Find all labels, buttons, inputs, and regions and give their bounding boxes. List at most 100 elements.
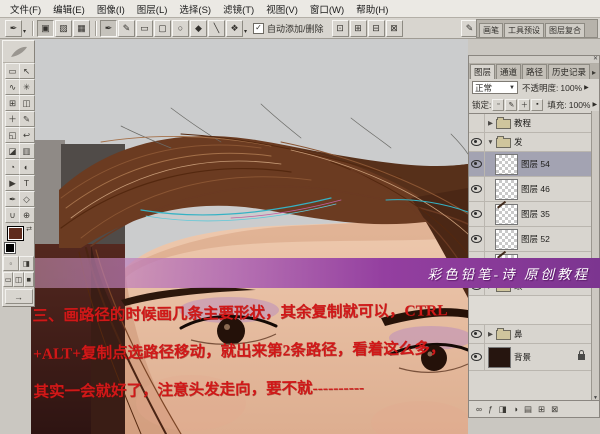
move-tool[interactable]: ↖ — [19, 63, 35, 79]
intersect-path-area-button[interactable]: ⊟ — [368, 20, 385, 37]
standard-mode-button[interactable]: ▫ — [3, 256, 19, 271]
slice-tool[interactable]: ◫ — [19, 95, 35, 111]
layer-row-selected[interactable]: 图层 54 — [469, 152, 591, 177]
well-tab-brushes[interactable]: 画笔 — [479, 23, 503, 37]
ellipse-tool-button[interactable]: ○ — [172, 20, 189, 37]
jump-to-imageready-button[interactable]: → — [5, 289, 33, 304]
rounded-rectangle-tool-button[interactable]: ▢ — [154, 20, 171, 37]
blend-mode-select[interactable]: 正常 ▼ — [472, 81, 518, 94]
layer-thumbnail[interactable] — [495, 229, 518, 250]
rectangle-tool-button[interactable]: ▭ — [136, 20, 153, 37]
fullscreen-mode-button[interactable]: ■ — [24, 272, 34, 287]
background-color-swatch[interactable] — [5, 243, 15, 253]
menu-view[interactable]: 视图(V) — [260, 0, 304, 18]
fill-arrow-icon[interactable]: ▶ — [593, 101, 598, 108]
eye-icon[interactable] — [471, 160, 482, 168]
eye-icon[interactable] — [471, 185, 482, 193]
foreground-color-swatch[interactable] — [7, 226, 24, 241]
eye-icon[interactable] — [471, 210, 482, 218]
adjustment-layer-icon[interactable]: ◑ — [513, 404, 518, 414]
visibility-cell[interactable] — [469, 177, 485, 201]
well-tab-layer-comps[interactable]: 图层复合 — [545, 23, 585, 37]
visibility-cell[interactable] — [469, 114, 485, 132]
layer-group-row[interactable]: ▶ 教程 — [469, 114, 591, 133]
polygon-tool-button[interactable]: ◆ — [190, 20, 207, 37]
subtract-path-area-button[interactable]: ⊞ — [350, 20, 367, 37]
layer-style-icon[interactable]: ƒ — [488, 404, 493, 414]
opacity-arrow-icon[interactable]: ▶ — [584, 84, 589, 91]
pen-tool-button[interactable]: ✒ — [100, 20, 117, 37]
standard-screen-mode-button[interactable]: ▭ — [3, 272, 13, 287]
brush-tool[interactable]: ✎ — [19, 111, 35, 127]
tab-paths[interactable]: 路径 — [522, 64, 547, 79]
opacity-value[interactable]: 100% — [560, 83, 582, 93]
visibility-cell[interactable] — [469, 344, 485, 370]
tab-channels[interactable]: 通道 — [496, 64, 521, 79]
tab-history[interactable]: 历史记录 — [548, 64, 590, 79]
fill-pixels-mode-button[interactable]: ▦ — [73, 20, 90, 37]
lock-position-icon[interactable]: ＋ — [518, 99, 530, 111]
menu-edit[interactable]: 编辑(E) — [47, 0, 91, 18]
lock-transparency-icon[interactable]: ▫ — [492, 99, 504, 111]
eye-icon[interactable] — [471, 353, 482, 361]
delete-layer-icon[interactable]: ⊠ — [551, 404, 558, 415]
dodge-tool[interactable]: ◐ — [19, 159, 35, 175]
menu-help[interactable]: 帮助(H) — [350, 0, 394, 18]
custom-shape-tool-button[interactable]: ❖ — [226, 20, 243, 37]
exclude-path-area-button[interactable]: ⊠ — [386, 20, 403, 37]
add-path-area-button[interactable]: ⊡ — [332, 20, 349, 37]
eye-icon[interactable] — [471, 235, 482, 243]
history-brush-tool[interactable]: ↩ — [19, 127, 35, 143]
layer-group-icon[interactable]: ▤ — [524, 404, 532, 415]
expand-arrow-icon[interactable]: ▶ — [485, 330, 496, 338]
palette-menu-icon[interactable]: ▸ — [592, 68, 599, 79]
fullscreen-menu-mode-button[interactable]: ◫ — [13, 272, 23, 287]
shape-tool[interactable]: ◇ — [19, 191, 35, 207]
menu-select[interactable]: 选择(S) — [173, 0, 217, 18]
layer-group-row[interactable]: ▼ 发 — [469, 133, 591, 152]
expand-arrow-icon[interactable]: ▼ — [485, 139, 496, 146]
layer-row[interactable]: 图层 46 — [469, 177, 591, 202]
palette-scrollbar[interactable]: ▼ — [591, 111, 599, 401]
layer-thumbnail[interactable] — [488, 347, 511, 368]
new-layer-icon[interactable]: ⊞ — [538, 404, 545, 415]
eye-icon[interactable] — [471, 138, 482, 146]
fill-value[interactable]: 100% — [569, 100, 591, 110]
background-layer-row[interactable]: 背景 — [469, 344, 591, 371]
palette-drag-bar[interactable]: ✕ — [469, 56, 599, 64]
well-tab-tool-presets[interactable]: 工具预设 — [504, 23, 544, 37]
lock-pixels-icon[interactable]: ✎ — [505, 99, 517, 111]
type-tool[interactable]: T — [19, 175, 35, 191]
current-tool-icon[interactable]: ✒ — [5, 20, 22, 37]
visibility-cell[interactable] — [469, 325, 485, 343]
menu-file[interactable]: 文件(F) — [4, 0, 47, 18]
layer-row[interactable]: 图层 52 — [469, 227, 591, 252]
gradient-tool[interactable]: ▥ — [19, 143, 35, 159]
visibility-cell[interactable] — [469, 202, 485, 226]
tool-preset-arrow-icon[interactable]: ▾ — [23, 28, 26, 35]
swap-colors-icon[interactable]: ⇄ — [26, 225, 32, 233]
zoom-tool[interactable]: ⊕ — [19, 207, 35, 223]
shape-layers-mode-button[interactable]: ▣ — [37, 20, 54, 37]
shape-options-arrow-icon[interactable]: ▾ — [244, 28, 247, 35]
visibility-cell[interactable] — [469, 133, 485, 151]
layer-group-row[interactable]: ▶ 鼻 — [469, 325, 591, 344]
eye-icon[interactable] — [471, 330, 482, 338]
paths-mode-button[interactable]: ▨ — [55, 20, 72, 37]
auto-add-delete-checkbox[interactable]: ✓ — [253, 23, 264, 34]
visibility-cell[interactable] — [469, 152, 485, 176]
line-tool-button[interactable]: ╲ — [208, 20, 225, 37]
menu-image[interactable]: 图像(I) — [91, 0, 131, 18]
layer-row[interactable]: 图层 35 — [469, 202, 591, 227]
quick-mask-mode-button[interactable]: ◨ — [19, 256, 35, 271]
close-icon[interactable]: ✕ — [593, 56, 598, 63]
layer-mask-icon[interactable]: ◨ — [499, 404, 507, 415]
magic-wand-tool[interactable]: ✳ — [19, 79, 35, 95]
menu-filter[interactable]: 滤镜(T) — [217, 0, 260, 18]
tab-layers[interactable]: 图层 — [470, 64, 495, 79]
freeform-pen-tool-button[interactable]: ✎ — [118, 20, 135, 37]
document-canvas[interactable] — [31, 38, 468, 434]
visibility-cell[interactable] — [469, 227, 485, 251]
layer-thumbnail[interactable] — [495, 154, 518, 175]
lock-all-icon[interactable]: ▪ — [531, 99, 543, 111]
